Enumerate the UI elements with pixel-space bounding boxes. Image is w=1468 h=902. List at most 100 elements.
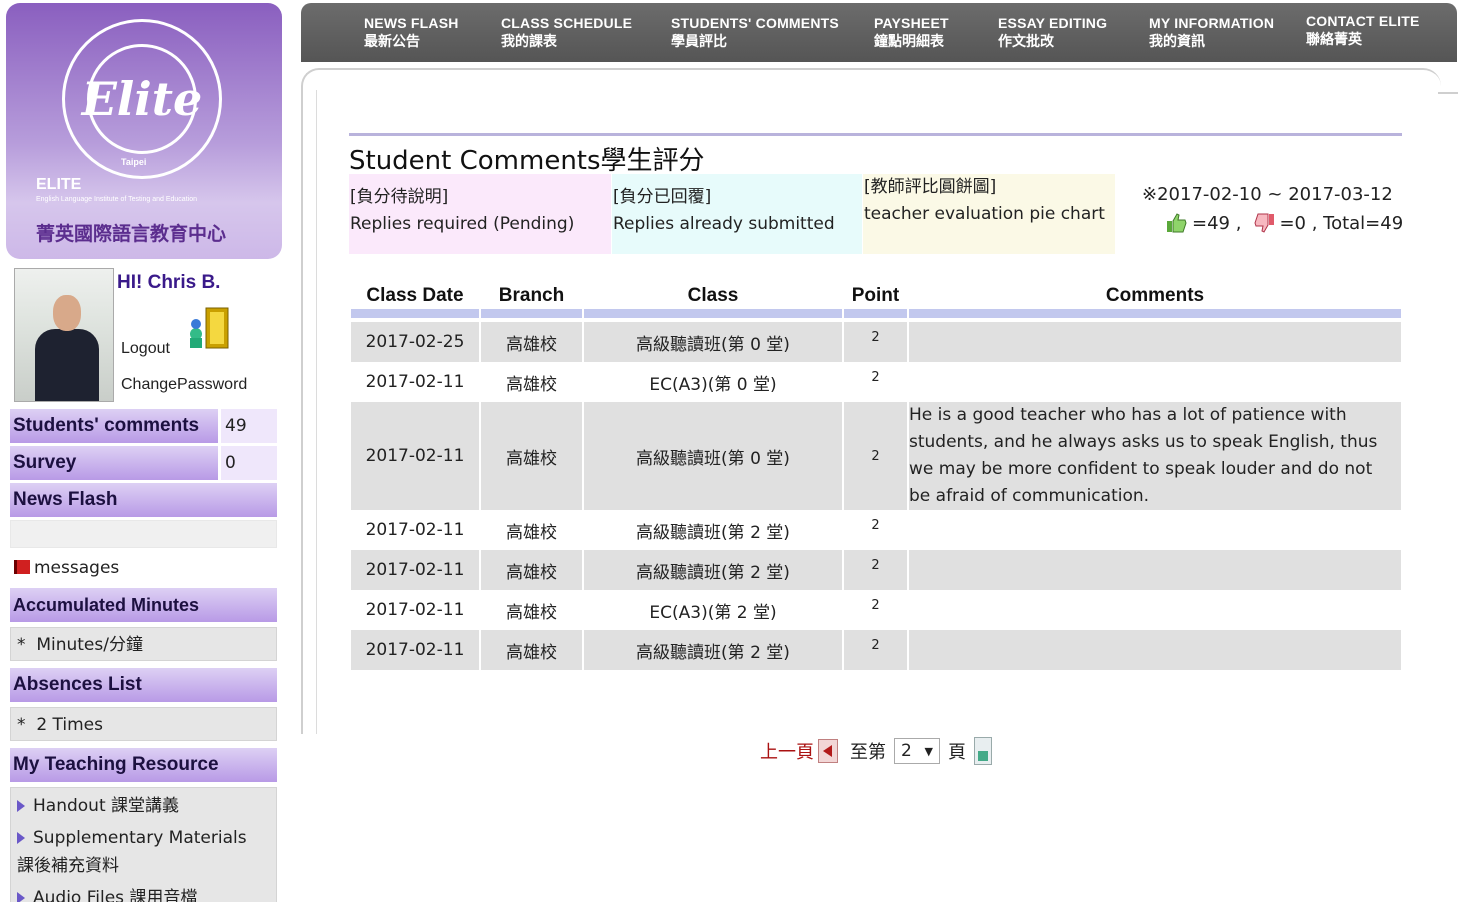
goto-label: 至第 — [850, 742, 886, 763]
top-navigation: NEWS FLASH 最新公告 CLASS SCHEDULE 我的課表 STUDEN… — [301, 3, 1457, 62]
cell-branch: 高雄校 — [481, 630, 582, 670]
logo-subtitle: English Language Institute of Testing an… — [36, 196, 197, 203]
cell-comment — [909, 362, 1401, 402]
flag-icon — [14, 560, 30, 574]
cell-class: EC(A3)(第 0 堂) — [584, 362, 842, 402]
cell-comment — [909, 510, 1401, 550]
logo-brand: ELITE — [36, 176, 82, 193]
thumbs-up-icon — [1167, 213, 1187, 233]
comments-table: Class Date Branch Class Point Comments 2… — [349, 282, 1403, 670]
minutes-item: * Minutes/分鐘 — [17, 635, 143, 655]
sidebar-item-teaching-resource[interactable]: My Teaching Resource — [10, 748, 277, 782]
logo-script: Elite — [81, 72, 203, 126]
cell-date: 2017-02-11 — [351, 510, 479, 550]
negative-total: =0 , Total=49 — [1279, 213, 1404, 234]
page-title: Student Comments學生評分 — [349, 146, 705, 176]
legend-submitted[interactable]: [負分已回覆] Replies already submitted — [612, 174, 862, 254]
legend-pending-tag: [負分待說明] — [350, 187, 449, 207]
cell-point: 2 — [844, 402, 907, 510]
news-flash-panel — [10, 520, 277, 548]
legend-pending[interactable]: [負分待說明] Replies required (Pending) — [349, 174, 611, 254]
arrow-icon — [17, 892, 25, 902]
header-class[interactable]: Class — [584, 282, 842, 318]
cell-comment — [909, 590, 1401, 630]
go-page-icon[interactable] — [974, 737, 992, 765]
cell-date: 2017-02-11 — [351, 362, 479, 402]
logo-chinese-name: 菁英國際語言教育中心 — [36, 223, 227, 245]
thumbs-down-icon — [1254, 213, 1275, 233]
legend-submitted-tag: [負分已回覆] — [613, 187, 712, 207]
sidebar-item-students-comments[interactable]: Students' comments — [10, 409, 218, 443]
sidebar-item-news-flash[interactable]: News Flash — [10, 483, 277, 517]
legend-pie-chart[interactable]: [教師評比圓餅圖] teacher evaluation pie chart — [863, 174, 1115, 254]
teaching-resource-panel: Handout 課堂講義 Supplementary Materials 課後補… — [10, 787, 277, 902]
header-comments[interactable]: Comments — [909, 282, 1401, 318]
pagination: 上一頁 至第 2 ▼ 頁 — [760, 737, 992, 765]
legend-pie-text: teacher evaluation pie chart — [864, 204, 1105, 224]
header-class-date[interactable]: Class Date — [351, 282, 479, 318]
positive-count: =49 , — [1192, 213, 1242, 234]
cell-date: 2017-02-25 — [351, 322, 479, 362]
logout-link[interactable]: Logout — [121, 340, 170, 358]
nav-students-comments[interactable]: STUDENTS' COMMENTS 學員評比 — [671, 15, 839, 51]
legend-pie-tag: [教師評比圓餅圖] — [864, 177, 997, 197]
prev-page-icon[interactable] — [818, 739, 838, 763]
arrow-icon — [17, 800, 25, 812]
logout-icon[interactable] — [186, 304, 232, 354]
nav-paysheet[interactable]: PAYSHEET 鐘點明細表 — [874, 15, 949, 51]
sidebar-item-accumulated-minutes[interactable]: Accumulated Minutes — [10, 588, 277, 622]
frame-corner — [1438, 84, 1458, 94]
messages-label: messages — [34, 558, 120, 578]
arrow-icon — [17, 832, 25, 844]
prev-page-link[interactable]: 上一頁 — [760, 738, 814, 764]
elite-logo[interactable]: Elite Taipei ELITE English Language Inst… — [6, 3, 282, 259]
cell-point: 2 — [844, 362, 907, 402]
chevron-down-icon: ▼ — [924, 744, 933, 758]
nav-my-information[interactable]: MY INFORMATION 我的資訊 — [1149, 15, 1274, 51]
cell-date: 2017-02-11 — [351, 590, 479, 630]
table-row: 2017-02-11 高雄校 高級聽讀班(第 0 堂) 2 He is a go… — [351, 402, 1401, 510]
cell-branch: 高雄校 — [481, 322, 582, 362]
logo-city: Taipei — [121, 157, 147, 167]
nav-news-flash[interactable]: NEWS FLASH 最新公告 — [364, 15, 459, 51]
cell-date: 2017-02-11 — [351, 402, 479, 510]
nav-essay-editing[interactable]: ESSAY EDITING 作文批改 — [998, 15, 1107, 51]
messages-link[interactable]: messages — [14, 558, 119, 578]
change-password-link[interactable]: ChangePassword — [121, 376, 247, 394]
cell-point: 2 — [844, 510, 907, 550]
cell-branch: 高雄校 — [481, 510, 582, 550]
cell-class: 高級聽讀班(第 0 堂) — [584, 322, 842, 362]
absences-label: 2 Times — [36, 715, 103, 735]
page-select[interactable]: 2 ▼ — [894, 738, 940, 764]
students-comments-count: 49 — [221, 409, 277, 443]
header-branch[interactable]: Branch — [481, 282, 582, 318]
user-profile: HI! Chris B. Logout ChangePassword — [14, 268, 279, 402]
cell-comment — [909, 322, 1401, 362]
resource-supplementary-cn[interactable]: 課後補充資料 — [11, 852, 276, 880]
avatar — [14, 268, 114, 402]
cell-point: 2 — [844, 322, 907, 362]
resource-handout[interactable]: Handout 課堂講義 — [11, 792, 276, 820]
cell-point: 2 — [844, 550, 907, 590]
cell-class: 高級聽讀班(第 2 堂) — [584, 550, 842, 590]
nav-contact-elite[interactable]: CONTACT ELITE 聯絡菁英 — [1306, 13, 1420, 49]
cell-branch: 高雄校 — [481, 590, 582, 630]
frame-divider — [316, 90, 317, 734]
cell-branch: 高雄校 — [481, 362, 582, 402]
resource-supplementary[interactable]: Supplementary Materials — [11, 820, 276, 852]
minutes-label: Minutes/分鐘 — [36, 635, 143, 655]
cell-point: 2 — [844, 590, 907, 630]
sidebar-item-absences-list[interactable]: Absences List — [10, 668, 277, 702]
nav-class-schedule[interactable]: CLASS SCHEDULE 我的課表 — [501, 15, 632, 51]
minutes-panel: * Minutes/分鐘 — [10, 627, 277, 661]
cell-comment: He is a good teacher who has a lot of pa… — [909, 402, 1401, 510]
table-row: 2017-02-11 高雄校 高級聽讀班(第 2 堂) 2 — [351, 550, 1401, 590]
header-point[interactable]: Point — [844, 282, 907, 318]
cell-class: 高級聽讀班(第 2 堂) — [584, 630, 842, 670]
resource-audio[interactable]: Audio Files 課用音檔 — [11, 880, 276, 902]
cell-class: 高級聽讀班(第 0 堂) — [584, 402, 842, 510]
cell-comment — [909, 630, 1401, 670]
cell-date: 2017-02-11 — [351, 550, 479, 590]
sidebar-item-survey[interactable]: Survey — [10, 446, 218, 480]
legend-submitted-text: Replies already submitted — [613, 214, 835, 234]
